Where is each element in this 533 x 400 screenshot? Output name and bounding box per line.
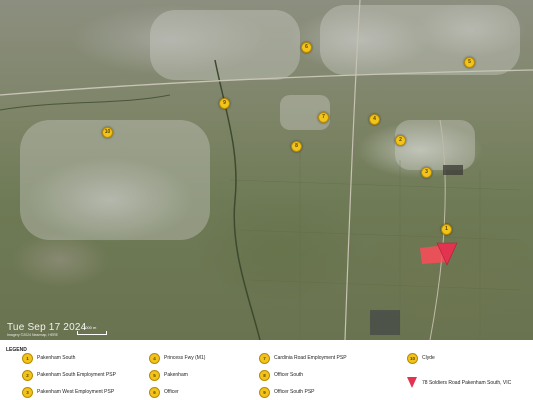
legend-number-4: 4 [149,353,160,364]
pin-icon [407,377,417,388]
legend-label-2: Pakenham South Employment PSP [37,372,116,378]
imagery-credit: Imagery ©2024 Nearmap, HERE [7,333,59,337]
aerial-map[interactable]: 10 9 8 7 4 2 3 6 5 1 Tue Sep 17 2024 Ima… [0,0,533,340]
legend-label-8: Officer South [274,372,304,378]
legend-number-5: 5 [149,370,160,381]
legend-number-1: 1 [22,353,33,364]
legend-number-7: 7 [259,353,270,364]
legend-label-9: Officer South PSP [274,389,315,395]
legend-number-2: 2 [22,370,33,381]
legend-label-1: Pakenham South [37,355,76,361]
legend-label-3: Pakenham West Employment PSP [37,389,115,395]
map-marker-10[interactable]: 1 [441,224,452,235]
legend-label-subject: 78 Soldiers Road Pakenham South, VIC [422,380,512,386]
map-marker-3[interactable]: 8 [291,141,302,152]
scale-label: 1000 m [83,325,97,330]
legend-label-10: Clyde [422,355,435,361]
legend-label-4: Princess Fwy (M1) [164,355,206,361]
map-marker-7[interactable]: 3 [421,167,432,178]
legend-label-6: Officer [164,389,179,395]
scale-bar [77,331,107,335]
legend-title: LEGEND [6,347,27,353]
legend: LEGEND 1 Pakenham South 2 Pakenham South… [0,340,533,400]
map-marker-6[interactable]: 2 [395,135,406,146]
legend-label-7: Cardinia Road Employment PSP [274,355,347,361]
legend-number-6: 6 [149,387,160,398]
legend-number-3: 3 [22,387,33,398]
map-marker-5[interactable]: 4 [369,114,380,125]
legend-number-8: 8 [259,370,270,381]
date-stamp: Tue Sep 17 2024 [7,322,87,333]
legend-number-9: 9 [259,387,270,398]
legend-number-10: 10 [407,353,418,364]
map-features [0,0,533,340]
map-marker-4[interactable]: 7 [318,112,329,123]
map-marker-8[interactable]: 6 [301,42,312,53]
legend-label-5: Pakenham [164,372,188,378]
map-marker-1[interactable]: 10 [102,127,113,138]
map-marker-9[interactable]: 5 [464,57,475,68]
map-marker-2[interactable]: 9 [219,98,230,109]
